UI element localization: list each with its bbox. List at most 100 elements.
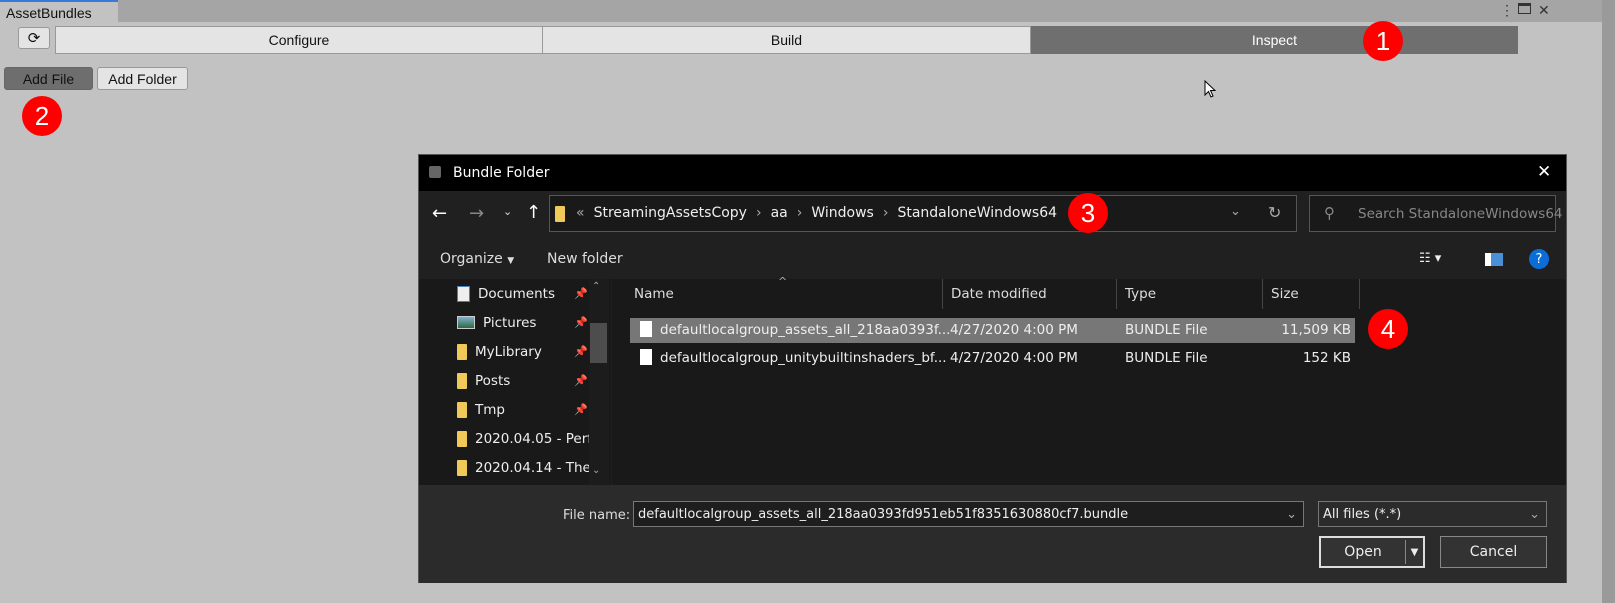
- search-input[interactable]: ⚲ Search StandaloneWindows64: [1309, 195, 1563, 232]
- nav-item[interactable]: 2020.04.05 - Perf: [457, 424, 592, 453]
- close-icon[interactable]: ✕: [1538, 2, 1550, 19]
- pin-icon[interactable]: 📌: [574, 403, 588, 416]
- chevron-right-icon: ›: [796, 205, 803, 221]
- column-date-modified[interactable]: Date modified: [943, 279, 1117, 309]
- refresh-icon[interactable]: ⟳: [18, 27, 50, 49]
- file-type: BUNDLE File: [1125, 350, 1208, 366]
- file-name: defaultlocalgroup_unitybuiltinshaders_bf…: [660, 350, 947, 366]
- folder-icon: [457, 343, 467, 360]
- forward-icon[interactable]: →: [469, 203, 484, 224]
- file-name-input[interactable]: defaultlocalgroup_assets_all_218aa0393fd…: [633, 501, 1304, 527]
- file-name: defaultlocalgroup_assets_all_218aa0393f.…: [660, 322, 951, 338]
- tab-build[interactable]: Build: [542, 26, 1031, 54]
- window-tab[interactable]: AssetBundles: [0, 0, 118, 22]
- column-size[interactable]: Size: [1263, 279, 1360, 309]
- annotation-badge: 3: [1068, 193, 1108, 233]
- breadcrumb: « StreamingAssetsCopy › aa › Windows › Stan…: [576, 205, 1057, 221]
- nav-item[interactable]: Posts 📌: [457, 366, 588, 395]
- chevron-right-icon: ›: [882, 205, 889, 221]
- preview-pane-icon[interactable]: [1485, 253, 1503, 266]
- nav-item-label: Pictures: [483, 314, 537, 331]
- file-size: 152 KB: [1302, 350, 1351, 366]
- nav-item[interactable]: MyLibrary 📌: [457, 337, 588, 366]
- annotation-badge: 2: [22, 96, 62, 136]
- folder-icon: [457, 372, 467, 389]
- file-type-select[interactable]: All files (*.*) ⌄: [1318, 501, 1547, 527]
- file-name-value: defaultlocalgroup_assets_all_218aa0393fd…: [638, 506, 1129, 522]
- open-dropdown-icon[interactable]: ▼: [1405, 540, 1423, 564]
- documents-icon: [457, 285, 470, 302]
- file-date: 4/27/2020 4:00 PM: [950, 322, 1078, 338]
- chevron-down-icon: ⌄: [1286, 506, 1297, 522]
- recent-locations-icon[interactable]: ⌄: [503, 205, 512, 218]
- caret-down-icon: ▼: [507, 256, 515, 266]
- file-icon: [640, 321, 652, 337]
- close-icon[interactable]: ✕: [1537, 162, 1551, 182]
- annotation-badge: 1: [1363, 21, 1403, 61]
- cancel-button[interactable]: Cancel: [1440, 536, 1547, 568]
- new-folder-button[interactable]: New folder: [547, 251, 623, 267]
- file-size: 11,509 KB: [1281, 322, 1351, 338]
- open-button[interactable]: Open ▼: [1319, 536, 1425, 568]
- pin-icon[interactable]: 📌: [574, 345, 588, 358]
- nav-item-label: Posts: [475, 372, 511, 389]
- breadcrumb-item[interactable]: aa: [771, 205, 788, 221]
- nav-item-label: Tmp: [475, 401, 505, 418]
- nav-item[interactable]: Pictures 📌: [457, 308, 588, 337]
- tab-configure[interactable]: Configure: [55, 26, 543, 54]
- file-list: ^ Name Date modified Type Size defaultlo…: [612, 275, 1566, 485]
- chevron-down-icon[interactable]: ⌄: [1230, 204, 1241, 219]
- file-type-value: All files (*.*): [1323, 506, 1402, 522]
- column-name[interactable]: Name: [626, 279, 943, 309]
- nav-item-label: Documents: [478, 285, 555, 302]
- file-type: BUNDLE File: [1125, 322, 1208, 338]
- help-icon[interactable]: ?: [1529, 249, 1549, 269]
- breadcrumb-item[interactable]: StreamingAssetsCopy: [594, 205, 747, 221]
- file-dialog: Bundle Folder ✕ ← → ⌄ ↑ « StreamingAsset…: [418, 154, 1567, 583]
- tab-inspect[interactable]: Inspect: [1031, 26, 1518, 54]
- tab-strip: [0, 0, 1602, 22]
- chevron-right-icon: ›: [755, 205, 762, 221]
- search-icon: ⚲: [1324, 204, 1335, 222]
- file-date: 4/27/2020 4:00 PM: [950, 350, 1078, 366]
- scrollbar-thumb[interactable]: [590, 323, 607, 363]
- breadcrumb-overflow[interactable]: «: [576, 205, 585, 221]
- add-folder-button[interactable]: Add Folder: [97, 67, 188, 90]
- dialog-footer: File name: defaultlocalgroup_assets_all_…: [419, 485, 1566, 583]
- folder-icon: [555, 206, 565, 222]
- pin-icon[interactable]: 📌: [574, 316, 588, 329]
- nav-item-label: 2020.04.14 - The: [475, 459, 591, 476]
- organize-menu[interactable]: Organize ▼: [440, 251, 514, 267]
- nav-item[interactable]: 2020.04.14 - The: [457, 453, 591, 482]
- unity-icon: [429, 166, 441, 178]
- chevron-down-icon: ⌄: [1529, 506, 1540, 522]
- nav-scrollbar[interactable]: ⌃ ⌄: [589, 279, 609, 485]
- dialog-titlebar: Bundle Folder ✕: [419, 155, 1566, 191]
- file-name-label: File name:: [563, 508, 631, 523]
- annotation-badge: 4: [1368, 309, 1408, 349]
- breadcrumb-item[interactable]: Windows: [811, 205, 874, 221]
- breadcrumb-item[interactable]: StandaloneWindows64: [897, 205, 1057, 221]
- maximize-icon[interactable]: [1518, 3, 1531, 14]
- kebab-icon[interactable]: ⋮: [1500, 2, 1514, 19]
- search-placeholder: Search StandaloneWindows64: [1358, 206, 1563, 222]
- file-icon: [640, 349, 652, 365]
- add-file-button[interactable]: Add File: [4, 67, 93, 90]
- address-bar[interactable]: « StreamingAssetsCopy › aa › Windows › Stan…: [549, 195, 1297, 232]
- back-icon[interactable]: ←: [432, 203, 447, 224]
- pin-icon[interactable]: 📌: [574, 287, 588, 300]
- nav-item[interactable]: Documents 📌: [457, 279, 588, 308]
- nav-item-label: 2020.04.05 - Perf: [475, 430, 593, 447]
- folder-icon: [457, 430, 467, 447]
- folder-icon: [457, 401, 467, 418]
- file-row[interactable]: defaultlocalgroup_unitybuiltinshaders_bf…: [630, 346, 1355, 371]
- refresh-icon[interactable]: ↻: [1268, 203, 1281, 222]
- up-icon[interactable]: ↑: [526, 202, 541, 223]
- mouse-cursor-icon: [1204, 80, 1217, 98]
- nav-item[interactable]: Tmp 📌: [457, 395, 588, 424]
- view-options-icon[interactable]: ☷ ▾: [1419, 251, 1441, 266]
- column-type[interactable]: Type: [1117, 279, 1263, 309]
- file-row[interactable]: defaultlocalgroup_assets_all_218aa0393f.…: [630, 318, 1355, 343]
- pin-icon[interactable]: 📌: [574, 374, 588, 387]
- dialog-title: Bundle Folder: [453, 165, 550, 181]
